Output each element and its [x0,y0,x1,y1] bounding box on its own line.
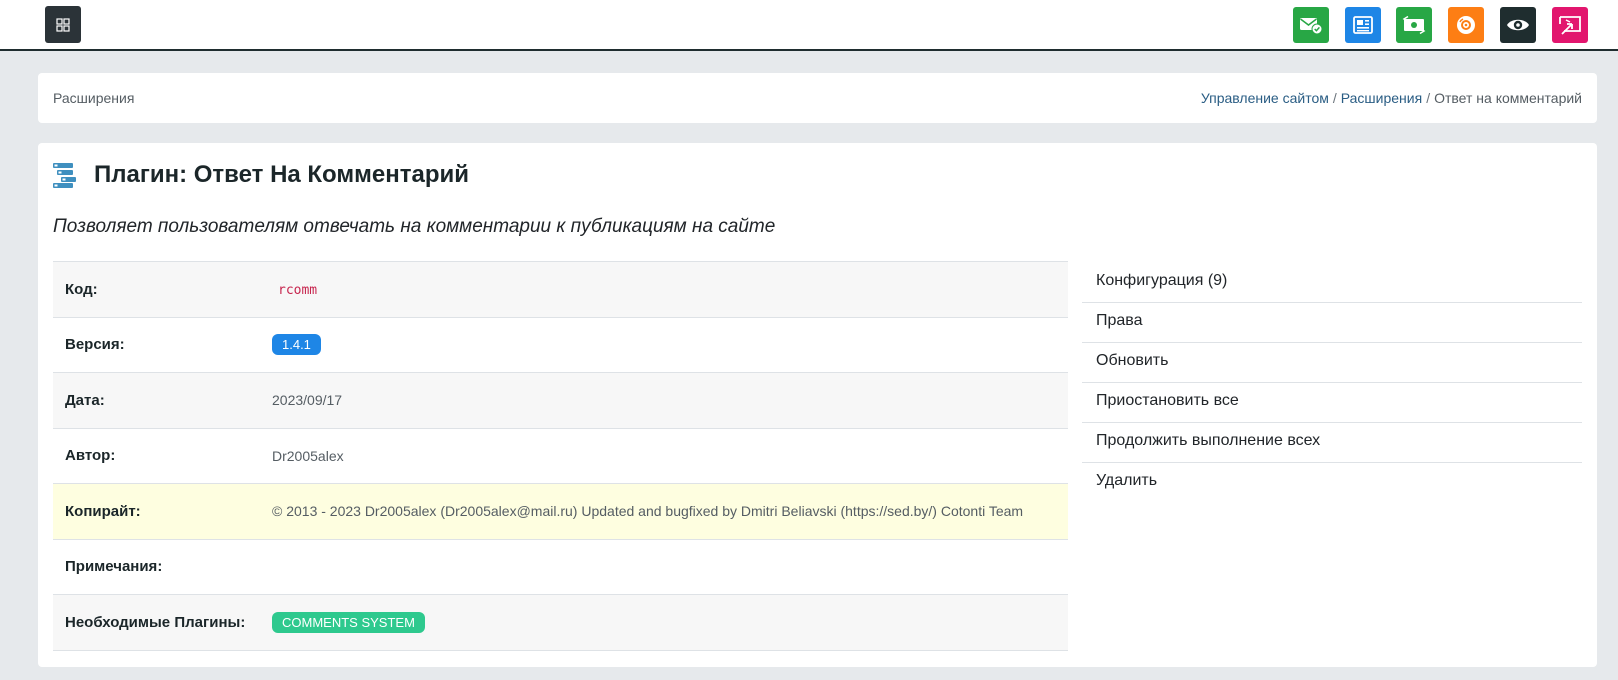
breadcrumb-card: Расширения Управление сайтом / Расширения /… [38,73,1597,123]
plugin-stack-icon [52,161,80,194]
grid-icon [55,17,71,33]
action-resume-all[interactable]: Продолжить выполнение всех [1082,423,1582,463]
quick-button-exit[interactable] [1552,7,1588,43]
top-bar [0,0,1618,51]
plugin-description: Позволяет пользователям отвечать на комм… [53,216,776,237]
breadcrumb-link-admin[interactable]: Управление сайтом [1201,90,1329,106]
table-row: Дата: 2023/09/17 [53,372,1068,428]
mail-check-icon [1299,15,1323,35]
table-row: Необходимые Плагины: COMMENTS SYSTEM [53,594,1068,651]
screen-exit-icon [1558,14,1582,36]
table-row: Версия: 1.4.1 [53,316,1068,373]
eye-icon [1506,16,1530,34]
plugin-card: Плагин: Ответ На Комментарий Позволяет п… [38,143,1597,667]
page-title: Плагин: Ответ На Комментарий [94,161,470,188]
info-label: Автор: [53,427,272,484]
plugin-notes [272,538,1068,595]
menu-button[interactable] [45,6,81,43]
action-update[interactable]: Обновить [1082,343,1582,383]
action-pause-all[interactable]: Приостановить все [1082,383,1582,423]
required-plugin-badge[interactable]: COMMENTS SYSTEM [272,611,425,633]
breadcrumb: Управление сайтом / Расширения / Ответ на ко… [1201,90,1582,106]
info-label: Код: [53,261,272,317]
breadcrumb-separator: / [1426,90,1431,106]
action-configuration[interactable]: Конфигурация (9) [1082,263,1582,303]
table-row: Код: rcomm [53,261,1068,317]
plugin-author: Dr2005alex [272,427,1068,484]
disc-icon [1455,14,1477,36]
quick-button-disc[interactable] [1448,7,1484,43]
quick-button-mail-check[interactable] [1293,7,1329,43]
quick-button-newspaper[interactable] [1345,7,1381,43]
info-label: Копирайт: [53,483,272,539]
newspaper-icon [1352,15,1374,35]
breadcrumb-link-extensions[interactable]: Расширения [1341,90,1422,106]
info-label: Дата: [53,372,272,428]
money-transfer-icon [1402,15,1426,35]
breadcrumb-current: Ответ на комментарий [1434,90,1582,106]
info-label: Примечания: [53,538,272,595]
table-row: Копирайт: © 2013 - 2023 Dr2005alex (Dr20… [53,483,1068,539]
section-title: Расширения [53,90,135,106]
table-row: Примечания: [53,538,1068,595]
quick-button-money-transfer[interactable] [1396,7,1432,43]
quick-button-view-site[interactable] [1500,7,1536,43]
plugin-info-table: Код: rcomm Версия: 1.4.1 Дата: 2023/09/1… [53,261,1068,651]
version-badge: 1.4.1 [272,334,321,356]
plugin-actions-list: Конфигурация (9) Права Обновить Приостан… [1082,263,1582,503]
action-rights[interactable]: Права [1082,303,1582,343]
plugin-date: 2023/09/17 [272,372,1068,428]
breadcrumb-separator: / [1332,90,1337,106]
info-label: Версия: [53,316,272,373]
plugin-copyright: © 2013 - 2023 Dr2005alex (Dr2005alex@mai… [272,483,1068,539]
info-label: Необходимые Плагины: [53,594,272,651]
plugin-code: rcomm [278,282,318,298]
action-delete[interactable]: Удалить [1082,463,1582,503]
table-row: Автор: Dr2005alex [53,427,1068,484]
